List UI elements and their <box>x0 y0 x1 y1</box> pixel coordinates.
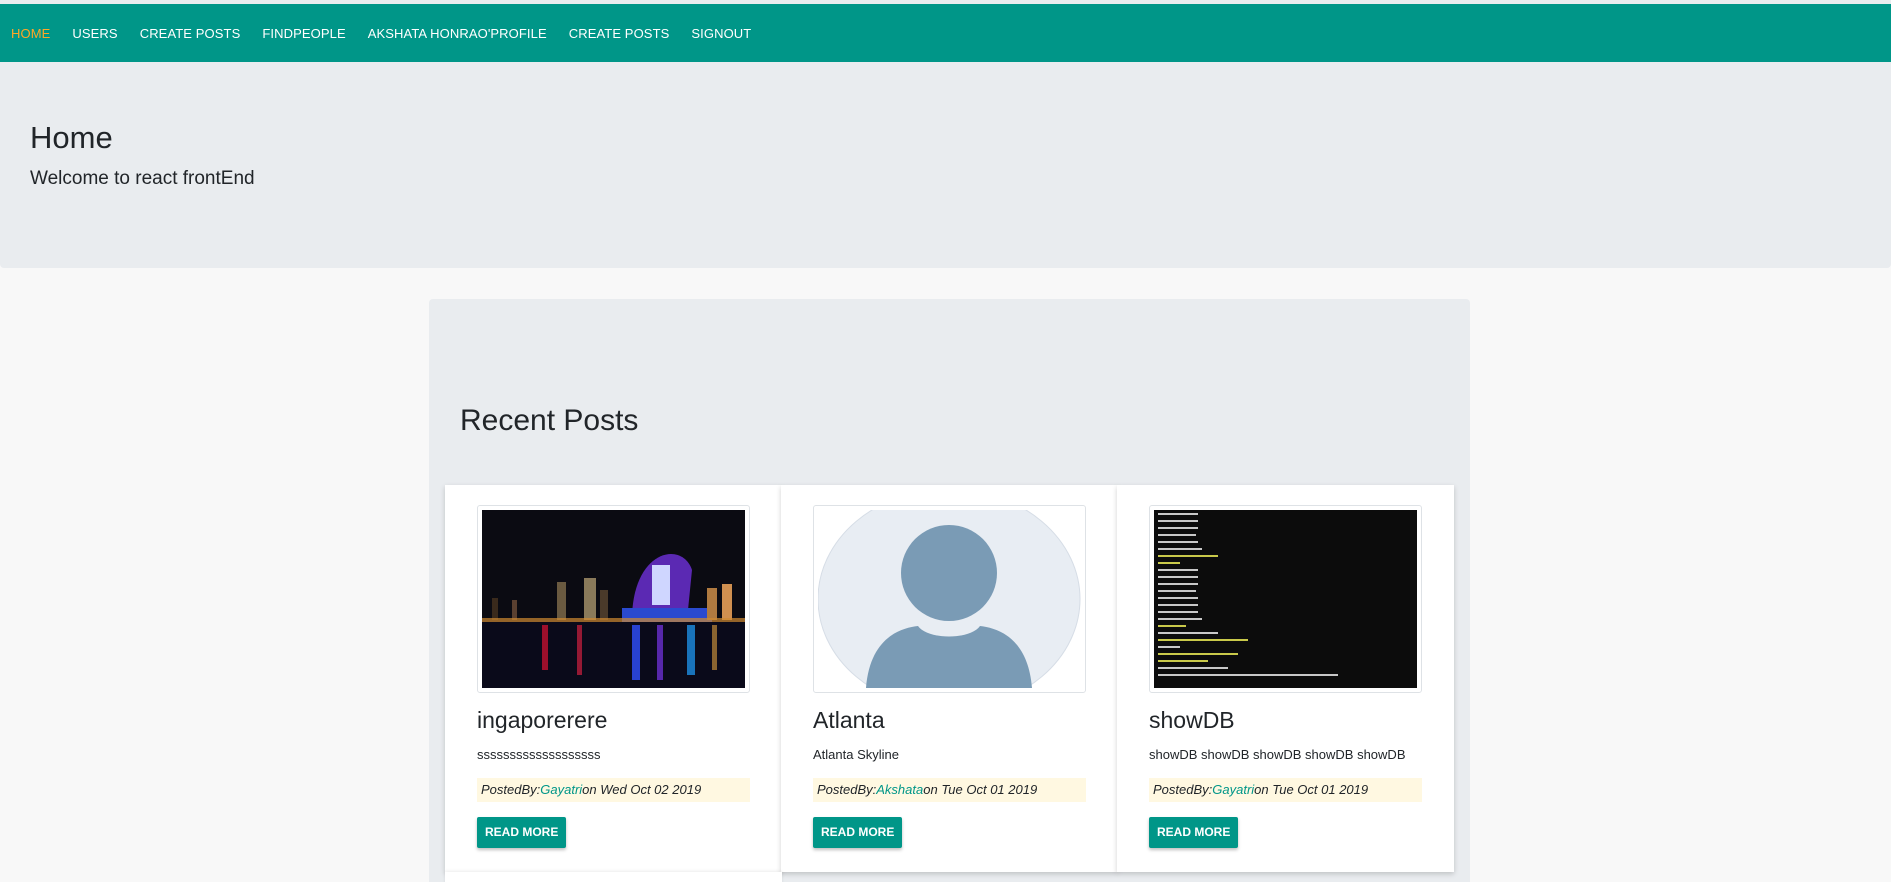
post-image <box>1149 505 1422 693</box>
nav-users[interactable]: USERS <box>72 26 117 41</box>
next-post-card-partial <box>445 872 782 882</box>
read-more-button[interactable]: READ MORE <box>813 817 903 848</box>
default-avatar-icon <box>818 510 1081 688</box>
hero-banner: Home Welcome to react frontEnd <box>0 62 1891 268</box>
night-city-skyline-icon <box>482 510 745 688</box>
post-meta: PostedBy:Gayatrion Tue Oct 01 2019 <box>1149 778 1422 802</box>
posted-by-label: PostedBy: <box>1153 782 1213 797</box>
posted-by-label: PostedBy: <box>481 782 541 797</box>
post-title: ingaporerere <box>477 707 608 733</box>
nav-home[interactable]: HOME <box>11 26 50 41</box>
read-more-button[interactable]: READ MORE <box>477 817 567 848</box>
nav-signout[interactable]: SIGNOUT <box>691 26 751 41</box>
post-body: showDB showDB showDB showDB showDB <box>1149 747 1406 762</box>
avatar-placeholder-image <box>818 510 1081 688</box>
post-body: sssssssssssssssssss <box>477 747 601 762</box>
post-meta: PostedBy:Akshataon Tue Oct 01 2019 <box>813 778 1086 802</box>
post-title: showDB <box>1149 707 1235 733</box>
night-city-image <box>482 510 745 688</box>
page-subtitle: Welcome to react frontEnd <box>30 168 255 189</box>
terminal-screenshot-icon <box>1154 510 1417 688</box>
nav-findpeople[interactable]: FINDPEOPLE <box>262 26 345 41</box>
post-meta: PostedBy:Gayatrion Wed Oct 02 2019 <box>477 778 750 802</box>
post-date: on Tue Oct 01 2019 <box>923 782 1038 797</box>
post-body: Atlanta Skyline <box>813 747 899 762</box>
post-image <box>477 505 750 693</box>
post-title: Atlanta <box>813 707 885 733</box>
terminal-image <box>1154 510 1417 688</box>
nav-create-posts[interactable]: CREATE POSTS <box>140 26 241 41</box>
post-date: on Wed Oct 02 2019 <box>582 782 702 797</box>
post-card: showDB showDB showDB showDB showDB showD… <box>1117 485 1454 872</box>
post-author-link[interactable]: Akshata <box>876 782 923 797</box>
post-card: ingaporerere sssssssssssssssssss PostedB… <box>445 485 782 872</box>
top-navbar: HOME USERS CREATE POSTS FINDPEOPLE AKSHA… <box>0 4 1891 62</box>
recent-posts-heading: Recent Posts <box>460 404 639 437</box>
post-author-link[interactable]: Gayatri <box>540 782 582 797</box>
post-author-link[interactable]: Gayatri <box>1212 782 1254 797</box>
post-date: on Tue Oct 01 2019 <box>1254 782 1369 797</box>
posted-by-label: PostedBy: <box>817 782 877 797</box>
post-card: Atlanta Atlanta Skyline PostedBy:Akshata… <box>781 485 1118 872</box>
read-more-button[interactable]: READ MORE <box>1149 817 1239 848</box>
post-image <box>813 505 1086 693</box>
nav-create-posts-2[interactable]: CREATE POSTS <box>569 26 670 41</box>
page-title: Home <box>30 120 113 155</box>
nav-profile[interactable]: AKSHATA HONRAO'PROFILE <box>368 26 547 41</box>
